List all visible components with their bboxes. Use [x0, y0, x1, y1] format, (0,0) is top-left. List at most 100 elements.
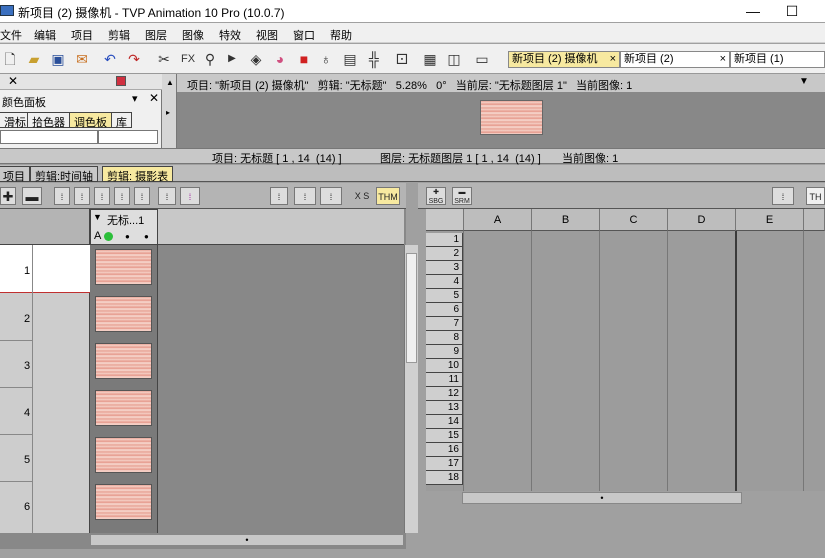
tab-project[interactable]: 项目 — [0, 166, 30, 183]
remove-sheet-button[interactable]: ▬ SRM — [452, 187, 472, 205]
tools-icon[interactable]: ✂ — [154, 49, 174, 69]
tab-clip-timeline[interactable]: 剪辑:时间轴 — [30, 166, 99, 183]
frame-thumbnail[interactable] — [95, 390, 152, 426]
row-label[interactable]: 4 — [426, 275, 463, 289]
column-header[interactable]: C — [600, 209, 668, 231]
layer-header[interactable]: ▼ 无标...1 A ● ● — [90, 209, 158, 245]
remove-icon[interactable]: ▬ — [22, 187, 42, 205]
sheet-horizontal-scrollbar[interactable]: • — [462, 492, 742, 504]
xs-button[interactable]: X S — [352, 187, 372, 205]
palette-select[interactable] — [0, 130, 98, 144]
menu-effects[interactable]: 特效 — [219, 27, 241, 43]
add-sheet-button[interactable]: ✚ SBG — [426, 187, 446, 205]
row-label[interactable]: 13 — [426, 401, 463, 415]
menu-view[interactable]: 视图 — [256, 27, 278, 43]
split-view-icon[interactable]: ◫ — [444, 49, 464, 69]
close-icon[interactable]: × — [610, 52, 616, 67]
monitor-icon[interactable]: ▭ — [472, 49, 492, 69]
menu-window[interactable]: 窗口 — [293, 27, 315, 43]
doc-tab-project-2[interactable]: 新项目 (2) × — [620, 51, 730, 68]
palette-field[interactable] — [98, 130, 158, 144]
tab-library[interactable]: 库 — [111, 112, 132, 129]
audio-icon[interactable]: ⁞ — [270, 187, 288, 205]
row-label[interactable]: 16 — [426, 443, 463, 457]
arrow-up-icon[interactable]: ▲ — [166, 78, 174, 87]
camera-frame-icon[interactable]: ⁞ — [772, 187, 794, 205]
row-label[interactable]: 3 — [426, 261, 463, 275]
doc-tab-project-1[interactable]: 新项目 (1) — [730, 51, 825, 68]
row-label[interactable]: 10 — [426, 359, 463, 373]
hold-icon[interactable]: ⁞ — [158, 187, 176, 205]
close-icon[interactable]: ✕ — [149, 91, 159, 105]
arrow-right-icon[interactable]: ▸ — [166, 108, 170, 117]
close-icon[interactable]: × — [720, 52, 726, 67]
add-icon[interactable]: ✚ — [0, 187, 16, 205]
menu-clip[interactable]: 剪辑 — [108, 27, 130, 43]
play-icon[interactable]: ▶ — [222, 49, 242, 69]
fx-button[interactable]: FX — [178, 49, 198, 69]
row-label[interactable]: 5 — [426, 289, 463, 303]
light-bulb-icon[interactable]: ♁ — [316, 49, 336, 69]
camera-frame-icon[interactable]: ⁞ — [294, 187, 316, 205]
color-frames-icon[interactable]: ⁞ — [180, 187, 200, 205]
layers-icon[interactable]: ◈ — [246, 49, 266, 69]
row-label[interactable]: 2 — [426, 247, 463, 261]
undo-icon[interactable]: ↶ — [100, 49, 120, 69]
calculator-icon[interactable]: ▤ — [340, 49, 360, 69]
row-label[interactable]: 18 — [426, 471, 463, 485]
chevron-down-icon[interactable]: ▼ — [799, 76, 809, 87]
menu-edit[interactable]: 编辑 — [34, 27, 56, 43]
xsheet-horizontal-scrollbar[interactable]: • — [90, 534, 404, 546]
camera-preview-image[interactable] — [480, 100, 543, 135]
row-label[interactable]: 8 — [426, 331, 463, 345]
insert-n-after-icon[interactable]: ⁞ — [114, 187, 130, 205]
export-icon[interactable]: ✉ — [72, 49, 92, 69]
row-label[interactable]: 7 — [426, 317, 463, 331]
row-label[interactable]: 17 — [426, 457, 463, 471]
menu-file[interactable]: 文件 — [0, 27, 22, 43]
current-frame-row[interactable] — [0, 245, 90, 293]
menu-image[interactable]: 图像 — [182, 27, 204, 43]
row-label[interactable]: 14 — [426, 415, 463, 429]
color-wheel-icon[interactable]: ◕ — [270, 49, 290, 69]
layer-visible-icon[interactable] — [104, 232, 113, 241]
redo-icon[interactable]: ↷ — [124, 49, 144, 69]
insert-after-icon[interactable]: ⁞ — [74, 187, 90, 205]
color-swatch-icon[interactable]: ■ — [294, 49, 314, 69]
xsheet-vertical-scrollbar[interactable] — [404, 245, 418, 533]
frame-thumbnail[interactable] — [95, 249, 152, 285]
frame-thumbnail[interactable] — [95, 484, 152, 520]
tab-palette[interactable]: 调色板 — [69, 112, 112, 129]
row-label[interactable]: 6 — [426, 303, 463, 317]
thumbnail-toggle[interactable]: THM — [376, 187, 400, 205]
column-header[interactable]: A — [464, 209, 532, 231]
row-label[interactable]: 1 — [426, 233, 463, 247]
tab-clip-xsheet[interactable]: 剪辑: 摄影表 — [102, 166, 174, 183]
grid-cross-icon[interactable]: ╬ — [364, 49, 384, 69]
close-icon[interactable]: ✕ — [8, 74, 18, 88]
collapse-icon[interactable]: ▼ — [93, 212, 102, 222]
frame-thumbnail[interactable] — [95, 343, 152, 379]
camera-scrollbar[interactable]: ▲ ▸ — [162, 74, 177, 148]
column-header[interactable]: B — [532, 209, 600, 231]
maximize-button[interactable]: ☐ — [782, 2, 802, 20]
row-label[interactable]: 15 — [426, 429, 463, 443]
open-folder-icon[interactable]: ▰ — [24, 49, 44, 69]
zoom-icon[interactable]: ⚲ — [200, 49, 220, 69]
frame-icon[interactable]: ⚀ — [392, 49, 412, 69]
menu-project[interactable]: 项目 — [71, 27, 93, 43]
grid-icon[interactable]: ▦ — [420, 49, 440, 69]
pause-frame-icon[interactable]: ⁞ — [320, 187, 342, 205]
minimize-button[interactable]: — — [743, 2, 763, 20]
menu-help[interactable]: 帮助 — [330, 27, 352, 43]
row-label[interactable]: 11 — [426, 373, 463, 387]
tab-color-picker[interactable]: 拾色器 — [27, 112, 70, 129]
chevron-down-icon[interactable]: ▾ — [132, 92, 138, 105]
thumbnail-toggle[interactable]: TH — [806, 187, 825, 205]
menu-layer[interactable]: 图层 — [145, 27, 167, 43]
doc-tab-camera[interactable]: 新项目 (2) 摄像机 × — [508, 51, 620, 68]
duplicate-icon[interactable]: ⁞ — [134, 187, 150, 205]
frame-thumbnail[interactable] — [95, 437, 152, 473]
row-label[interactable]: 9 — [426, 345, 463, 359]
new-document-icon[interactable]: 🗋 — [0, 49, 20, 69]
